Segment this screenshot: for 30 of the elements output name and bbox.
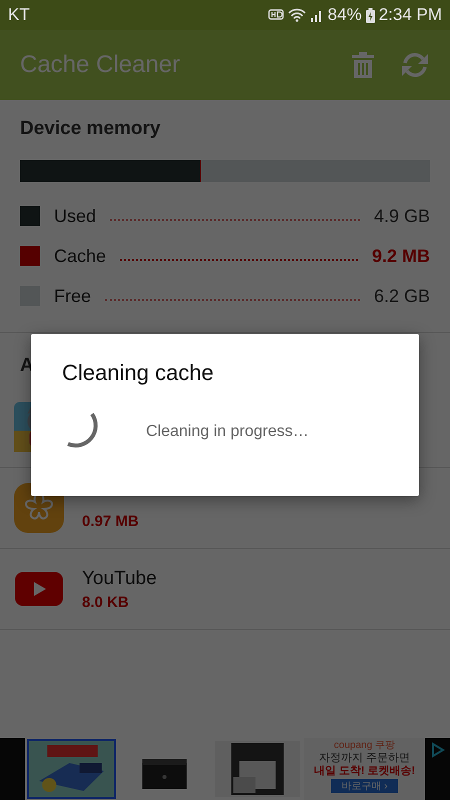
carrier-label: KT	[8, 5, 30, 25]
ad-headline: 자정까지 주문하면	[318, 752, 410, 765]
hd-icon	[268, 9, 284, 21]
legend-label: Free	[54, 286, 92, 306]
ad-brand: coupang 쿠팡	[334, 739, 396, 752]
battery-icon	[366, 8, 375, 22]
battery-percent: 84%	[328, 5, 362, 25]
wifi-icon	[288, 8, 306, 22]
legend-value: 6.2 GB	[374, 286, 430, 306]
app-title: Cache Cleaner	[20, 51, 182, 79]
clock-time: 2:34 PM	[378, 5, 442, 25]
refresh-icon[interactable]	[400, 52, 430, 78]
buy-button[interactable]: 바로구매 ›	[331, 779, 398, 793]
legend-value: 9.2 MB	[372, 246, 430, 266]
signal-icon	[310, 8, 324, 22]
legend-value: 4.9 GB	[374, 206, 430, 226]
legend-label: Cache	[54, 246, 106, 266]
app-list-item[interactable]: YouTube 8.0 KB	[0, 549, 450, 630]
ad-banner[interactable]: coupang 쿠팡 자정까지 주문하면 내일 도착! 로켓배송! 바로구매 ›	[0, 738, 450, 800]
dialog-message: Cleaning in progress…	[146, 423, 309, 441]
dialog-title: Cleaning cache	[62, 360, 215, 386]
cache-size: 0.97 MB	[82, 512, 139, 530]
ad-headline: 내일 도착! 로켓배송!	[314, 765, 416, 778]
ad-choices-icon[interactable]	[431, 742, 445, 758]
play-icon	[14, 572, 64, 606]
app-name: YouTube	[82, 568, 157, 590]
trash-icon[interactable]	[352, 52, 374, 78]
legend-label: Used	[54, 206, 96, 226]
section-heading: Device memory	[20, 118, 162, 140]
cache-size: 8.0 KB	[82, 594, 130, 610]
